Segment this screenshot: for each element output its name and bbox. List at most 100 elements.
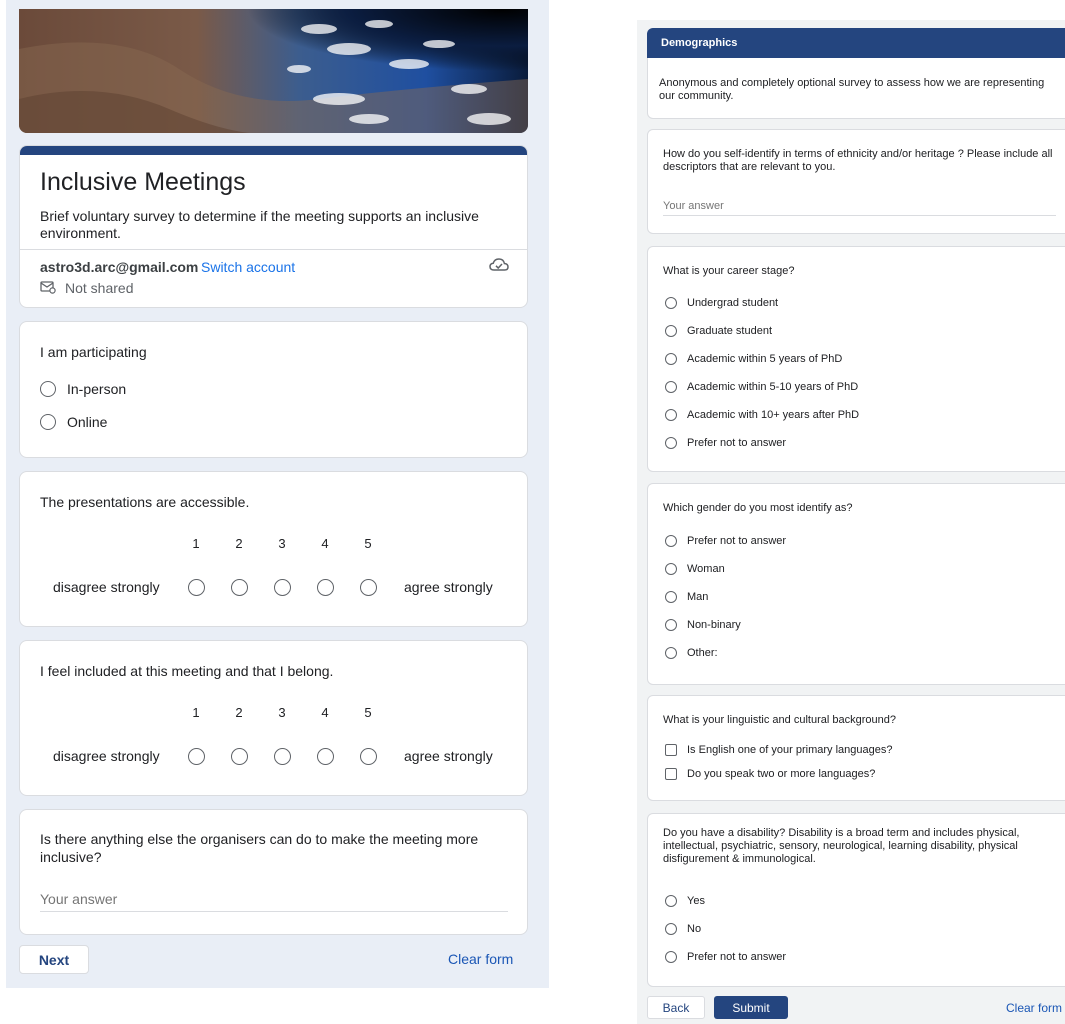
radio-button[interactable] — [665, 647, 677, 659]
radio-option[interactable]: Academic within 5-10 years of PhD — [665, 380, 858, 394]
radio-option[interactable]: Woman — [665, 562, 725, 576]
question-title: What is your career stage? — [663, 265, 795, 277]
switch-account-link[interactable]: Switch account — [201, 259, 295, 275]
radio-button[interactable] — [665, 381, 677, 393]
question-card-career-stage: What is your career stage? Undergrad stu… — [647, 246, 1065, 472]
scale-high-label: agree strongly — [404, 579, 493, 595]
radio-option[interactable]: Academic with 10+ years after PhD — [665, 408, 859, 422]
answer-input[interactable] — [40, 891, 508, 912]
question-card-suggestions: Is there anything else the organisers ca… — [19, 809, 528, 935]
radio-button[interactable] — [665, 619, 677, 631]
scale-radio-3[interactable] — [274, 579, 291, 596]
scale-number: 5 — [364, 536, 372, 551]
question-card-accessibility: The presentations are accessible. 1 2 3 … — [19, 471, 528, 627]
scale-number: 1 — [192, 705, 200, 720]
radio-button[interactable] — [665, 353, 677, 365]
radio-label: Online — [67, 414, 108, 430]
radio-label: Prefer not to answer — [687, 951, 787, 963]
question-title: I feel included at this meeting and that… — [40, 663, 334, 679]
checkbox[interactable] — [665, 744, 677, 756]
radio-option[interactable]: Prefer not to answer — [665, 950, 786, 964]
not-shared-icon — [40, 280, 56, 299]
scale-radio-5[interactable] — [360, 579, 377, 596]
radio-button[interactable] — [665, 563, 677, 575]
scale-high-label: agree strongly — [404, 748, 493, 764]
scale-number: 4 — [321, 705, 329, 720]
account-email: astro3d.arc@gmail.com — [40, 259, 199, 275]
question-card-participation: I am participating In-person Online — [19, 321, 528, 458]
form-title-card: Inclusive Meetings Brief voluntary surve… — [19, 145, 528, 308]
radio-option[interactable]: Graduate student — [665, 324, 772, 338]
radio-option[interactable]: Academic within 5 years of PhD — [665, 352, 842, 366]
radio-option[interactable]: Prefer not to answer — [665, 436, 786, 450]
radio-option[interactable]: Undergrad student — [665, 296, 778, 310]
radio-button[interactable] — [665, 895, 677, 907]
question-card-belonging: I feel included at this meeting and that… — [19, 640, 528, 796]
header-earth-image — [19, 9, 528, 133]
form-description: Brief voluntary survey to determine if t… — [40, 208, 479, 241]
section-description: Anonymous and completely optional survey… — [659, 77, 1045, 102]
checkbox[interactable] — [665, 768, 677, 780]
clear-form-button[interactable]: Clear form — [448, 951, 513, 967]
question-card-disability: Do you have a disability? Disability is … — [647, 813, 1065, 987]
radio-button[interactable] — [665, 437, 677, 449]
scale-radio-4[interactable] — [317, 748, 334, 765]
clear-form-button[interactable]: Clear form — [1006, 1001, 1062, 1015]
scale-radio-3[interactable] — [274, 748, 291, 765]
checkbox-label: Is English one of your primary languages… — [687, 744, 893, 756]
radio-label: Non-binary — [687, 619, 741, 631]
question-card-ethnicity: How do you self-identify in terms of eth… — [647, 129, 1065, 234]
radio-label: Academic within 5 years of PhD — [687, 353, 843, 365]
scale-number: 2 — [235, 536, 243, 551]
radio-button[interactable] — [665, 923, 677, 935]
next-button[interactable]: Next — [19, 945, 89, 974]
checkbox-option[interactable]: Do you speak two or more languages? — [665, 767, 875, 781]
divider — [20, 249, 527, 250]
radio-label: Man — [687, 591, 709, 603]
scale-number: 2 — [235, 705, 243, 720]
radio-option[interactable]: No — [665, 922, 701, 936]
radio-option[interactable]: Non-binary — [665, 618, 741, 632]
scale-radio-2[interactable] — [231, 579, 248, 596]
radio-option[interactable]: Yes — [665, 894, 705, 908]
radio-button[interactable] — [40, 414, 56, 430]
radio-button[interactable] — [665, 325, 677, 337]
checkbox-label: Do you speak two or more languages? — [687, 768, 876, 780]
not-shared-label: Not shared — [65, 280, 134, 296]
question-title: Do you have a disability? Disability is … — [663, 827, 1020, 865]
scale-number: 3 — [278, 536, 286, 551]
right-form-panel: Demographics Anonymous and completely op… — [637, 20, 1065, 1024]
scale-number: 5 — [364, 705, 372, 720]
section-description-card: Anonymous and completely optional survey… — [647, 58, 1065, 119]
radio-button[interactable] — [665, 951, 677, 963]
form-title: Inclusive Meetings — [40, 168, 246, 196]
scale-low-label: disagree strongly — [53, 579, 160, 595]
back-button[interactable]: Back — [647, 996, 705, 1019]
question-title: The presentations are accessible. — [40, 494, 250, 510]
scale-radio-1[interactable] — [188, 748, 205, 765]
checkbox-option[interactable]: Is English one of your primary languages… — [665, 743, 892, 757]
radio-option[interactable]: Man — [665, 590, 708, 604]
question-title: Is there anything else the organisers ca… — [40, 831, 479, 865]
scale-number: 1 — [192, 536, 200, 551]
radio-button[interactable] — [665, 297, 677, 309]
question-card-linguistic: What is your linguistic and cultural bac… — [647, 695, 1065, 801]
radio-option-in-person[interactable]: In-person — [40, 379, 126, 399]
radio-button[interactable] — [665, 409, 677, 421]
cloud-check-icon — [489, 257, 509, 278]
scale-radio-5[interactable] — [360, 748, 377, 765]
radio-button[interactable] — [665, 535, 677, 547]
radio-option[interactable]: Prefer not to answer — [665, 534, 786, 548]
theme-bar — [20, 146, 527, 155]
radio-option-online[interactable]: Online — [40, 412, 107, 432]
scale-radio-1[interactable] — [188, 579, 205, 596]
submit-button[interactable]: Submit — [714, 996, 788, 1019]
radio-button[interactable] — [40, 381, 56, 397]
radio-option[interactable]: Other: — [665, 646, 718, 660]
radio-button[interactable] — [665, 591, 677, 603]
scale-radio-2[interactable] — [231, 748, 248, 765]
radio-label: Yes — [687, 895, 705, 907]
answer-input[interactable] — [663, 200, 1056, 216]
scale-radio-4[interactable] — [317, 579, 334, 596]
radio-label: Woman — [687, 563, 725, 575]
